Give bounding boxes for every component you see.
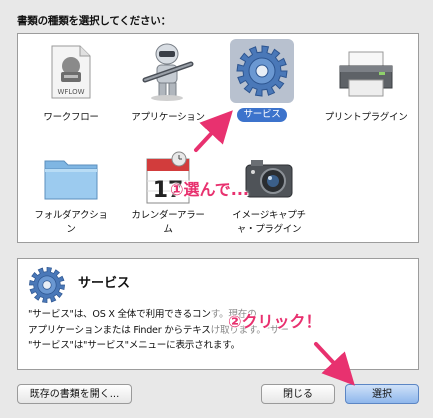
document-type-label-text: フォルダアクション [34, 210, 108, 235]
document-type-label-text: カレンダーアラーム [131, 210, 205, 235]
document-type-application[interactable]: アプリケーション [123, 34, 213, 139]
gear-icon [28, 266, 66, 308]
camera-icon [243, 155, 295, 205]
document-type-label: イメージキャプチ ャ・プラグイン [221, 209, 317, 237]
annotation-step1: ①選んで... [170, 180, 249, 199]
document-type-label: カレンダーアラーム [123, 209, 213, 237]
document-type-label-selected: サービス [236, 108, 288, 122]
description-line: "サービス"は"サービス"メニューに表示されます。 [28, 340, 240, 351]
annotation-step2: ②クリック！ [228, 312, 322, 331]
document-type-service[interactable]: サービス [217, 34, 307, 139]
printer-icon [337, 50, 395, 104]
document-type-label: フォルダアクション [26, 209, 116, 237]
document-type-folder-action[interactable]: フォルダアクション [26, 139, 116, 244]
choose-button[interactable]: 選択 [345, 384, 419, 404]
automator-robot-icon [139, 40, 197, 106]
document-type-grid: WFLOW ワークフロー アプリケーション サービス プリントプラグイン フォル… [17, 33, 419, 243]
folder-icon [42, 155, 100, 207]
document-type-label: ワークフロー [43, 112, 99, 123]
document-type-label-text: イメージキャプチ ャ・プラグイン [232, 210, 306, 235]
workflow-badge: WFLOW [57, 88, 84, 96]
dialog-prompt: 書類の種類を選択してください： [17, 15, 171, 27]
document-type-print-plugin[interactable]: プリントプラグイン [321, 34, 411, 139]
document-type-label: プリントプラグイン [324, 112, 408, 123]
description-title: サービス [78, 276, 131, 291]
close-button[interactable]: 閉じる [261, 384, 335, 404]
description-line: "サービス"は、OS X 全体で利用できるコンす。現在の [28, 309, 257, 320]
description-line: アプリケーションまたは Finder からテキスけ取ります。"サー [28, 324, 289, 336]
document-type-label: アプリケーション [131, 112, 205, 123]
gear-icon [235, 44, 289, 102]
open-existing-document-button[interactable]: 既存の書類を開く... [17, 384, 132, 404]
document-type-workflow[interactable]: WFLOW ワークフロー [26, 34, 116, 139]
description-text: "サービス"は、OS X 全体で利用できるコンす。現在の アプリケーションまたは… [28, 307, 413, 354]
workflow-file-icon: WFLOW [48, 44, 94, 104]
description-panel: サービス "サービス"は、OS X 全体で利用できるコンす。現在の アプリケーシ… [17, 258, 419, 370]
